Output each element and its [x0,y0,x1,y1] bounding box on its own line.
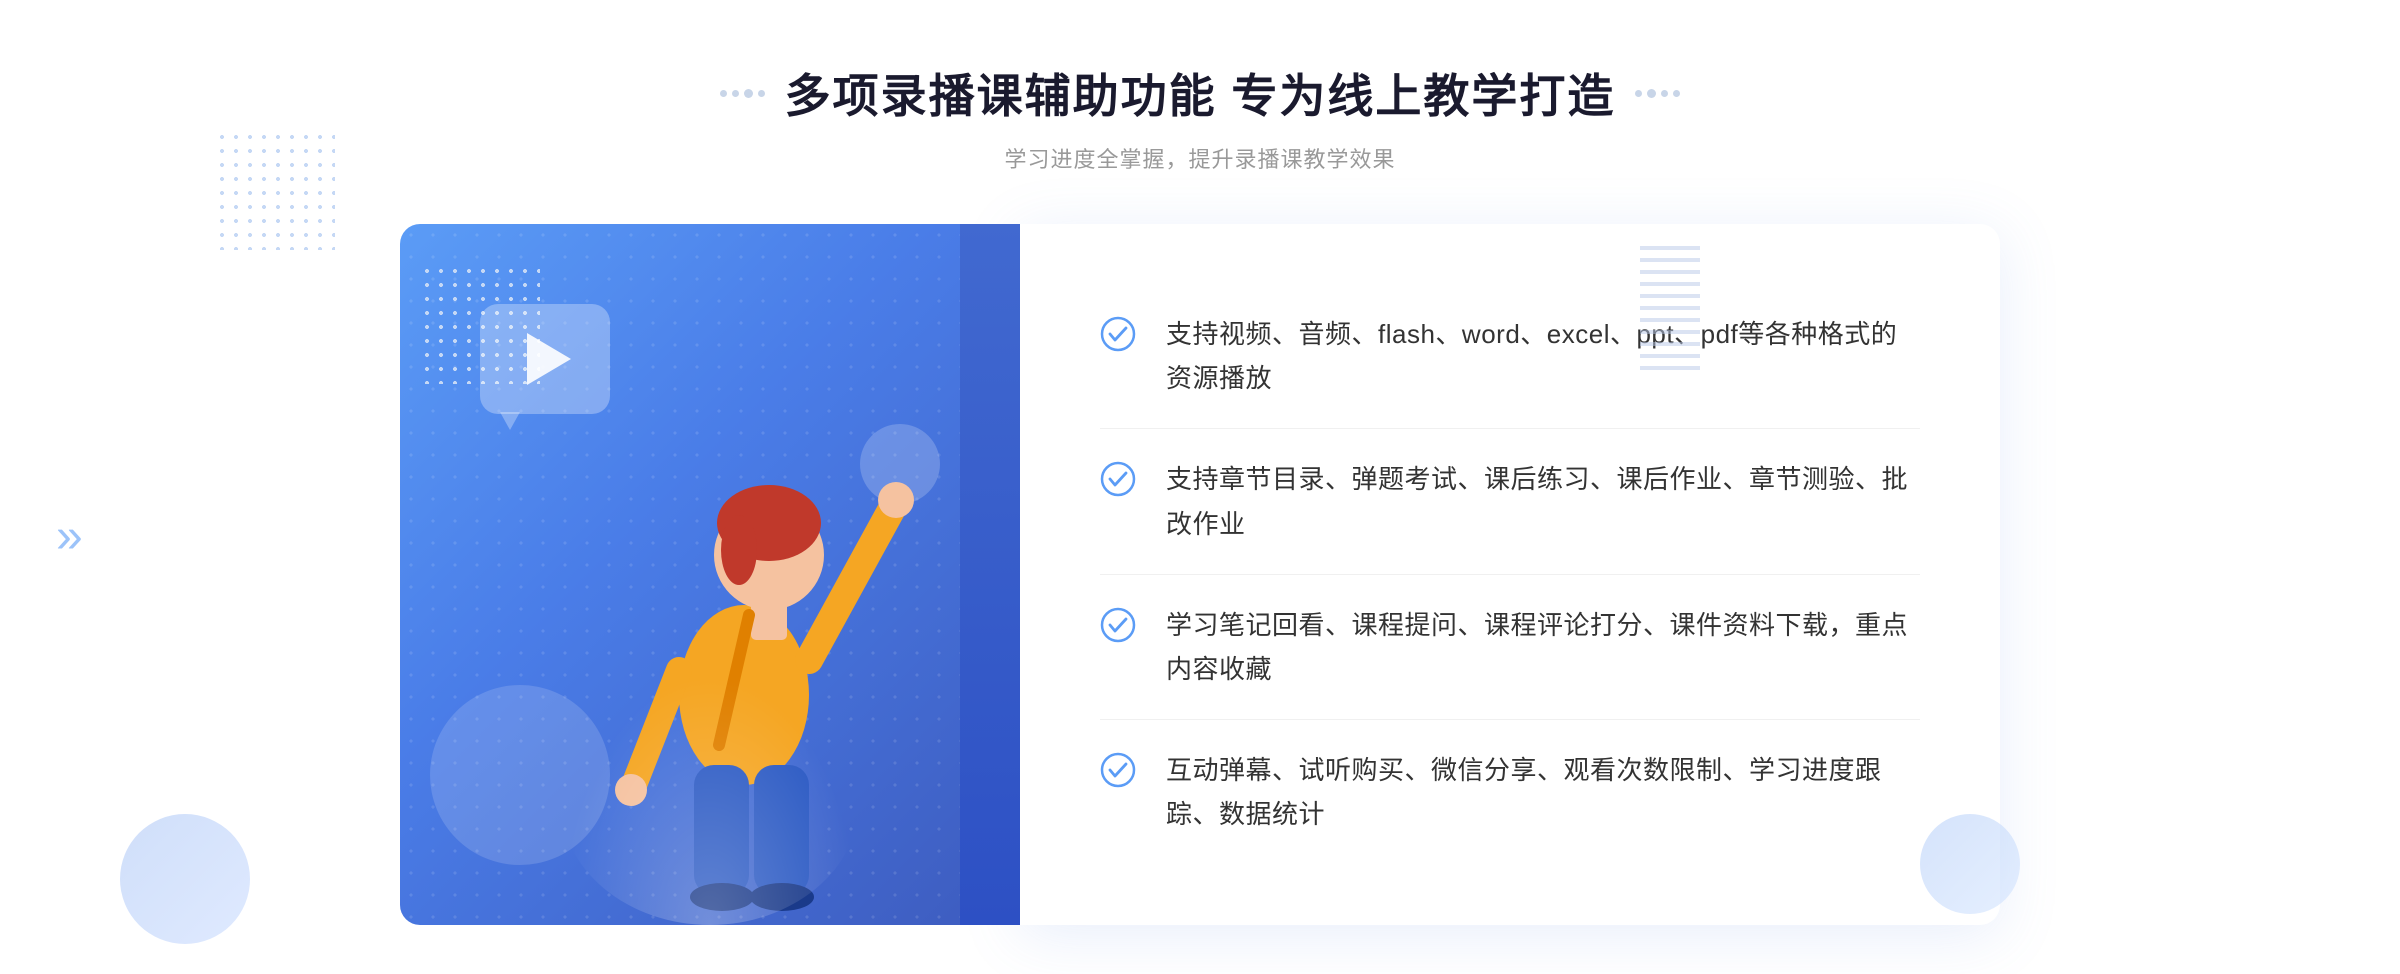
dot-4 [758,90,765,97]
page-container: 多项录播课辅助功能 专为线上教学打造 学习进度全掌握，提升录播课教学效果 » [0,0,2400,974]
speech-bubble [480,304,610,414]
accent-bar [960,224,1020,925]
arc-circle-icon [1920,814,2020,914]
dots-decoration-bg-left [215,130,335,250]
feature-text-1: 支持视频、音频、flash、word、excel、ppt、pdf等各种格式的资源… [1166,312,1920,400]
arc-deco [1920,814,2020,914]
title-row: 多项录播课辅助功能 专为线上教学打造 [720,60,1681,126]
chevron-left-icon: » [56,509,83,564]
dot-8 [1673,90,1680,97]
feature-text-4: 互动弹幕、试听购买、微信分享、观看次数限制、学习进度跟踪、数据统计 [1166,748,1920,836]
title-decorator-right [1635,89,1680,98]
main-content: 支持视频、音频、flash、word、excel、ppt、pdf等各种格式的资源… [400,224,2000,925]
dot-5 [1635,90,1642,97]
semi-circle-deco [120,814,250,944]
feature-text-2: 支持章节目录、弹题考试、课后练习、课后作业、章节测验、批改作业 [1166,457,1920,545]
check-icon-1 [1100,316,1136,352]
check-icon-3 [1100,607,1136,643]
dot-1 [720,90,727,97]
page-subtitle: 学习进度全掌握，提升录播课教学效果 [720,142,1681,174]
feature-item-2: 支持章节目录、弹题考试、课后练习、课后作业、章节测验、批改作业 [1100,429,1920,574]
feature-item-1: 支持视频、音频、flash、word、excel、ppt、pdf等各种格式的资源… [1100,284,1920,429]
title-decorator-left [720,89,765,98]
stripe-pattern-deco [1640,240,1700,370]
dot-2 [732,90,739,97]
header-section: 多项录播课辅助功能 专为线上教学打造 学习进度全掌握，提升录播课教学效果 [720,60,1681,174]
page-title: 多项录播课辅助功能 专为线上教学打造 [785,60,1616,126]
play-triangle-icon [527,333,571,385]
feature-item-4: 互动弹幕、试听购买、微信分享、观看次数限制、学习进度跟踪、数据统计 [1100,720,1920,864]
spotlight-effect [560,675,860,925]
check-icon-4 [1100,752,1136,788]
dot-7 [1661,90,1668,97]
dot-6 [1647,89,1656,98]
features-panel: 支持视频、音频、flash、word、excel、ppt、pdf等各种格式的资源… [1020,224,2000,925]
feature-text-3: 学习笔记回看、课程提问、课程评论打分、课件资料下载，重点内容收藏 [1166,603,1920,691]
check-icon-2 [1100,461,1136,497]
illustration-panel [400,224,1020,925]
feature-item-3: 学习笔记回看、课程提问、课程评论打分、课件资料下载，重点内容收藏 [1100,575,1920,720]
dot-3 [744,89,753,98]
